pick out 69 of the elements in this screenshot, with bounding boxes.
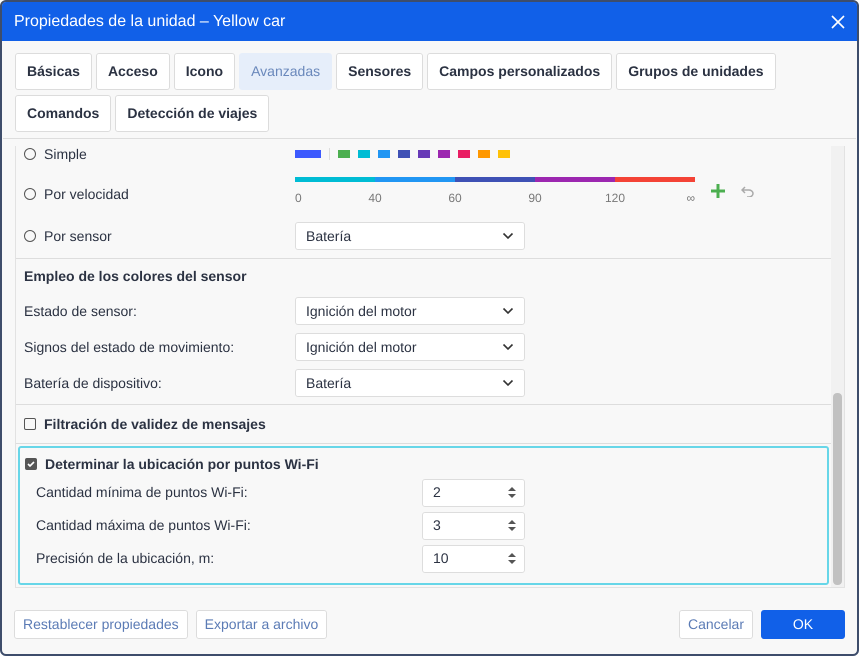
add-icon[interactable] (711, 184, 725, 198)
radio-label: Por sensor (44, 226, 112, 246)
radio-button[interactable] (24, 148, 36, 160)
color-swatch[interactable] (358, 150, 370, 158)
radio-label: Por velocidad (44, 184, 129, 204)
tick-label: ∞ (686, 190, 695, 207)
spinner-icon[interactable] (508, 520, 516, 531)
spinner-icon[interactable] (508, 553, 516, 564)
scrollbar[interactable] (831, 146, 844, 587)
number-field[interactable]: 2 (422, 478, 525, 506)
checkbox-label: Filtración de validez de mensajes (44, 414, 266, 434)
color-swatch[interactable] (378, 150, 390, 158)
color-swatch[interactable] (438, 150, 450, 158)
field-label: Signos del estado de movimiento: (24, 338, 236, 357)
tick-label: 60 (448, 190, 462, 207)
tab[interactable]: Detección de viajes (115, 95, 270, 132)
color-swatch[interactable] (498, 150, 510, 158)
color-swatch[interactable] (478, 150, 490, 158)
button[interactable]: Cancelar (678, 610, 753, 639)
field-label: Estado de sensor: (24, 302, 138, 320)
tick-label: 40 (368, 190, 382, 207)
field-label: Precisión de la ubicación, m: (36, 549, 216, 568)
dropdown[interactable]: Batería (295, 369, 525, 397)
window-title: Propiedades de la unidad – Yellow car (14, 12, 286, 32)
number-field[interactable]: 3 (422, 512, 525, 540)
field-label: Cantidad mínima de puntos Wi-Fi: (36, 483, 249, 502)
color-swatch[interactable] (458, 150, 470, 158)
checkbox[interactable] (25, 458, 37, 470)
dropdown[interactable]: Ignición del motor (295, 297, 525, 325)
close-icon[interactable] (831, 14, 845, 28)
tab[interactable]: Icono (174, 53, 236, 90)
chevron-down-icon (502, 232, 514, 240)
tab[interactable]: Acceso (96, 53, 170, 90)
tab[interactable]: Sensores (336, 53, 424, 90)
button[interactable]: Restablecer propiedades (14, 610, 188, 639)
speed-range-bar[interactable] (375, 177, 455, 182)
speed-range-bar[interactable] (535, 177, 615, 182)
tab[interactable]: Comandos (15, 95, 112, 132)
speed-range-bar[interactable] (615, 177, 695, 182)
radio-button[interactable] (24, 230, 36, 242)
color-swatch[interactable] (338, 150, 350, 158)
tick-label: 0 (295, 190, 302, 207)
tab[interactable]: Básicas (15, 53, 92, 90)
speed-range-bar[interactable] (295, 177, 375, 182)
checkbox[interactable] (24, 418, 36, 430)
field-label: Batería de dispositivo: (24, 374, 163, 393)
tab[interactable]: Campos personalizados (427, 53, 612, 90)
color-swatch[interactable] (295, 150, 321, 158)
button[interactable]: OK (761, 610, 845, 639)
button[interactable]: Exportar a archivo (196, 610, 328, 639)
chevron-down-icon (502, 307, 514, 315)
color-swatch[interactable] (398, 150, 410, 158)
undo-icon[interactable] (741, 186, 754, 196)
radio-button[interactable] (24, 188, 36, 200)
dropdown[interactable]: Ignición del motor (295, 333, 525, 361)
color-swatch[interactable] (418, 150, 430, 158)
section-heading: Empleo de los colores del sensor (24, 266, 247, 286)
tab[interactable]: Grupos de unidades (616, 53, 776, 90)
field-label: Cantidad máxima de puntos Wi-Fi: (36, 516, 252, 535)
dropdown[interactable]: Batería (295, 222, 525, 250)
tick-label: 90 (528, 190, 542, 207)
chevron-down-icon (502, 343, 514, 351)
number-field[interactable]: 10 (422, 544, 525, 572)
speed-range-bar[interactable] (455, 177, 535, 182)
radio-label: Simple (44, 146, 87, 164)
checkbox-label: Determinar la ubicación por puntos Wi-Fi (45, 454, 319, 474)
chevron-down-icon (502, 379, 514, 387)
tick-label: 120 (604, 190, 626, 207)
spinner-icon[interactable] (508, 487, 516, 498)
